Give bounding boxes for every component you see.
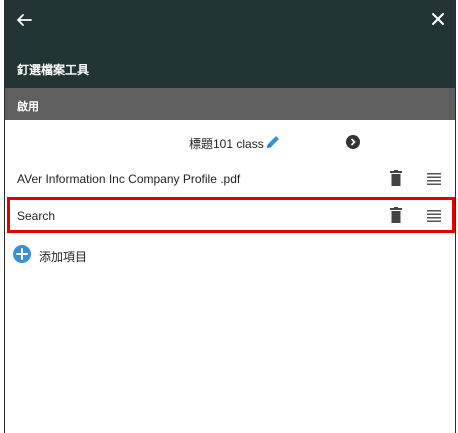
enable-label: 啟用 xyxy=(17,101,39,113)
close-button[interactable] xyxy=(427,8,449,30)
back-arrow-icon xyxy=(16,14,32,26)
back-button[interactable] xyxy=(13,9,35,31)
add-item-label: 添加項目 xyxy=(39,250,88,264)
enable-bar[interactable]: 啟用 xyxy=(5,88,455,120)
add-circle-icon xyxy=(13,245,31,263)
class-title: 標題101 class xyxy=(189,137,264,151)
panel-title: 釘選檔案工具 xyxy=(17,63,90,77)
pin-file-tool-panel: 釘選檔案工具 啟用 標題101 class AVer Information I… xyxy=(4,0,456,433)
close-icon xyxy=(432,13,444,25)
edit-pencil-icon[interactable] xyxy=(265,134,281,150)
selection-highlight xyxy=(7,197,455,233)
trash-icon[interactable] xyxy=(389,170,403,186)
class-title-row: 標題101 class xyxy=(5,128,455,156)
top-bar: 釘選檔案工具 xyxy=(5,0,455,88)
item-name: AVer Information Inc Company Profile .pd… xyxy=(17,172,241,186)
next-arrow-icon[interactable] xyxy=(346,135,360,149)
drag-handle-icon[interactable] xyxy=(427,173,441,185)
list-item[interactable]: AVer Information Inc Company Profile .pd… xyxy=(5,162,455,196)
